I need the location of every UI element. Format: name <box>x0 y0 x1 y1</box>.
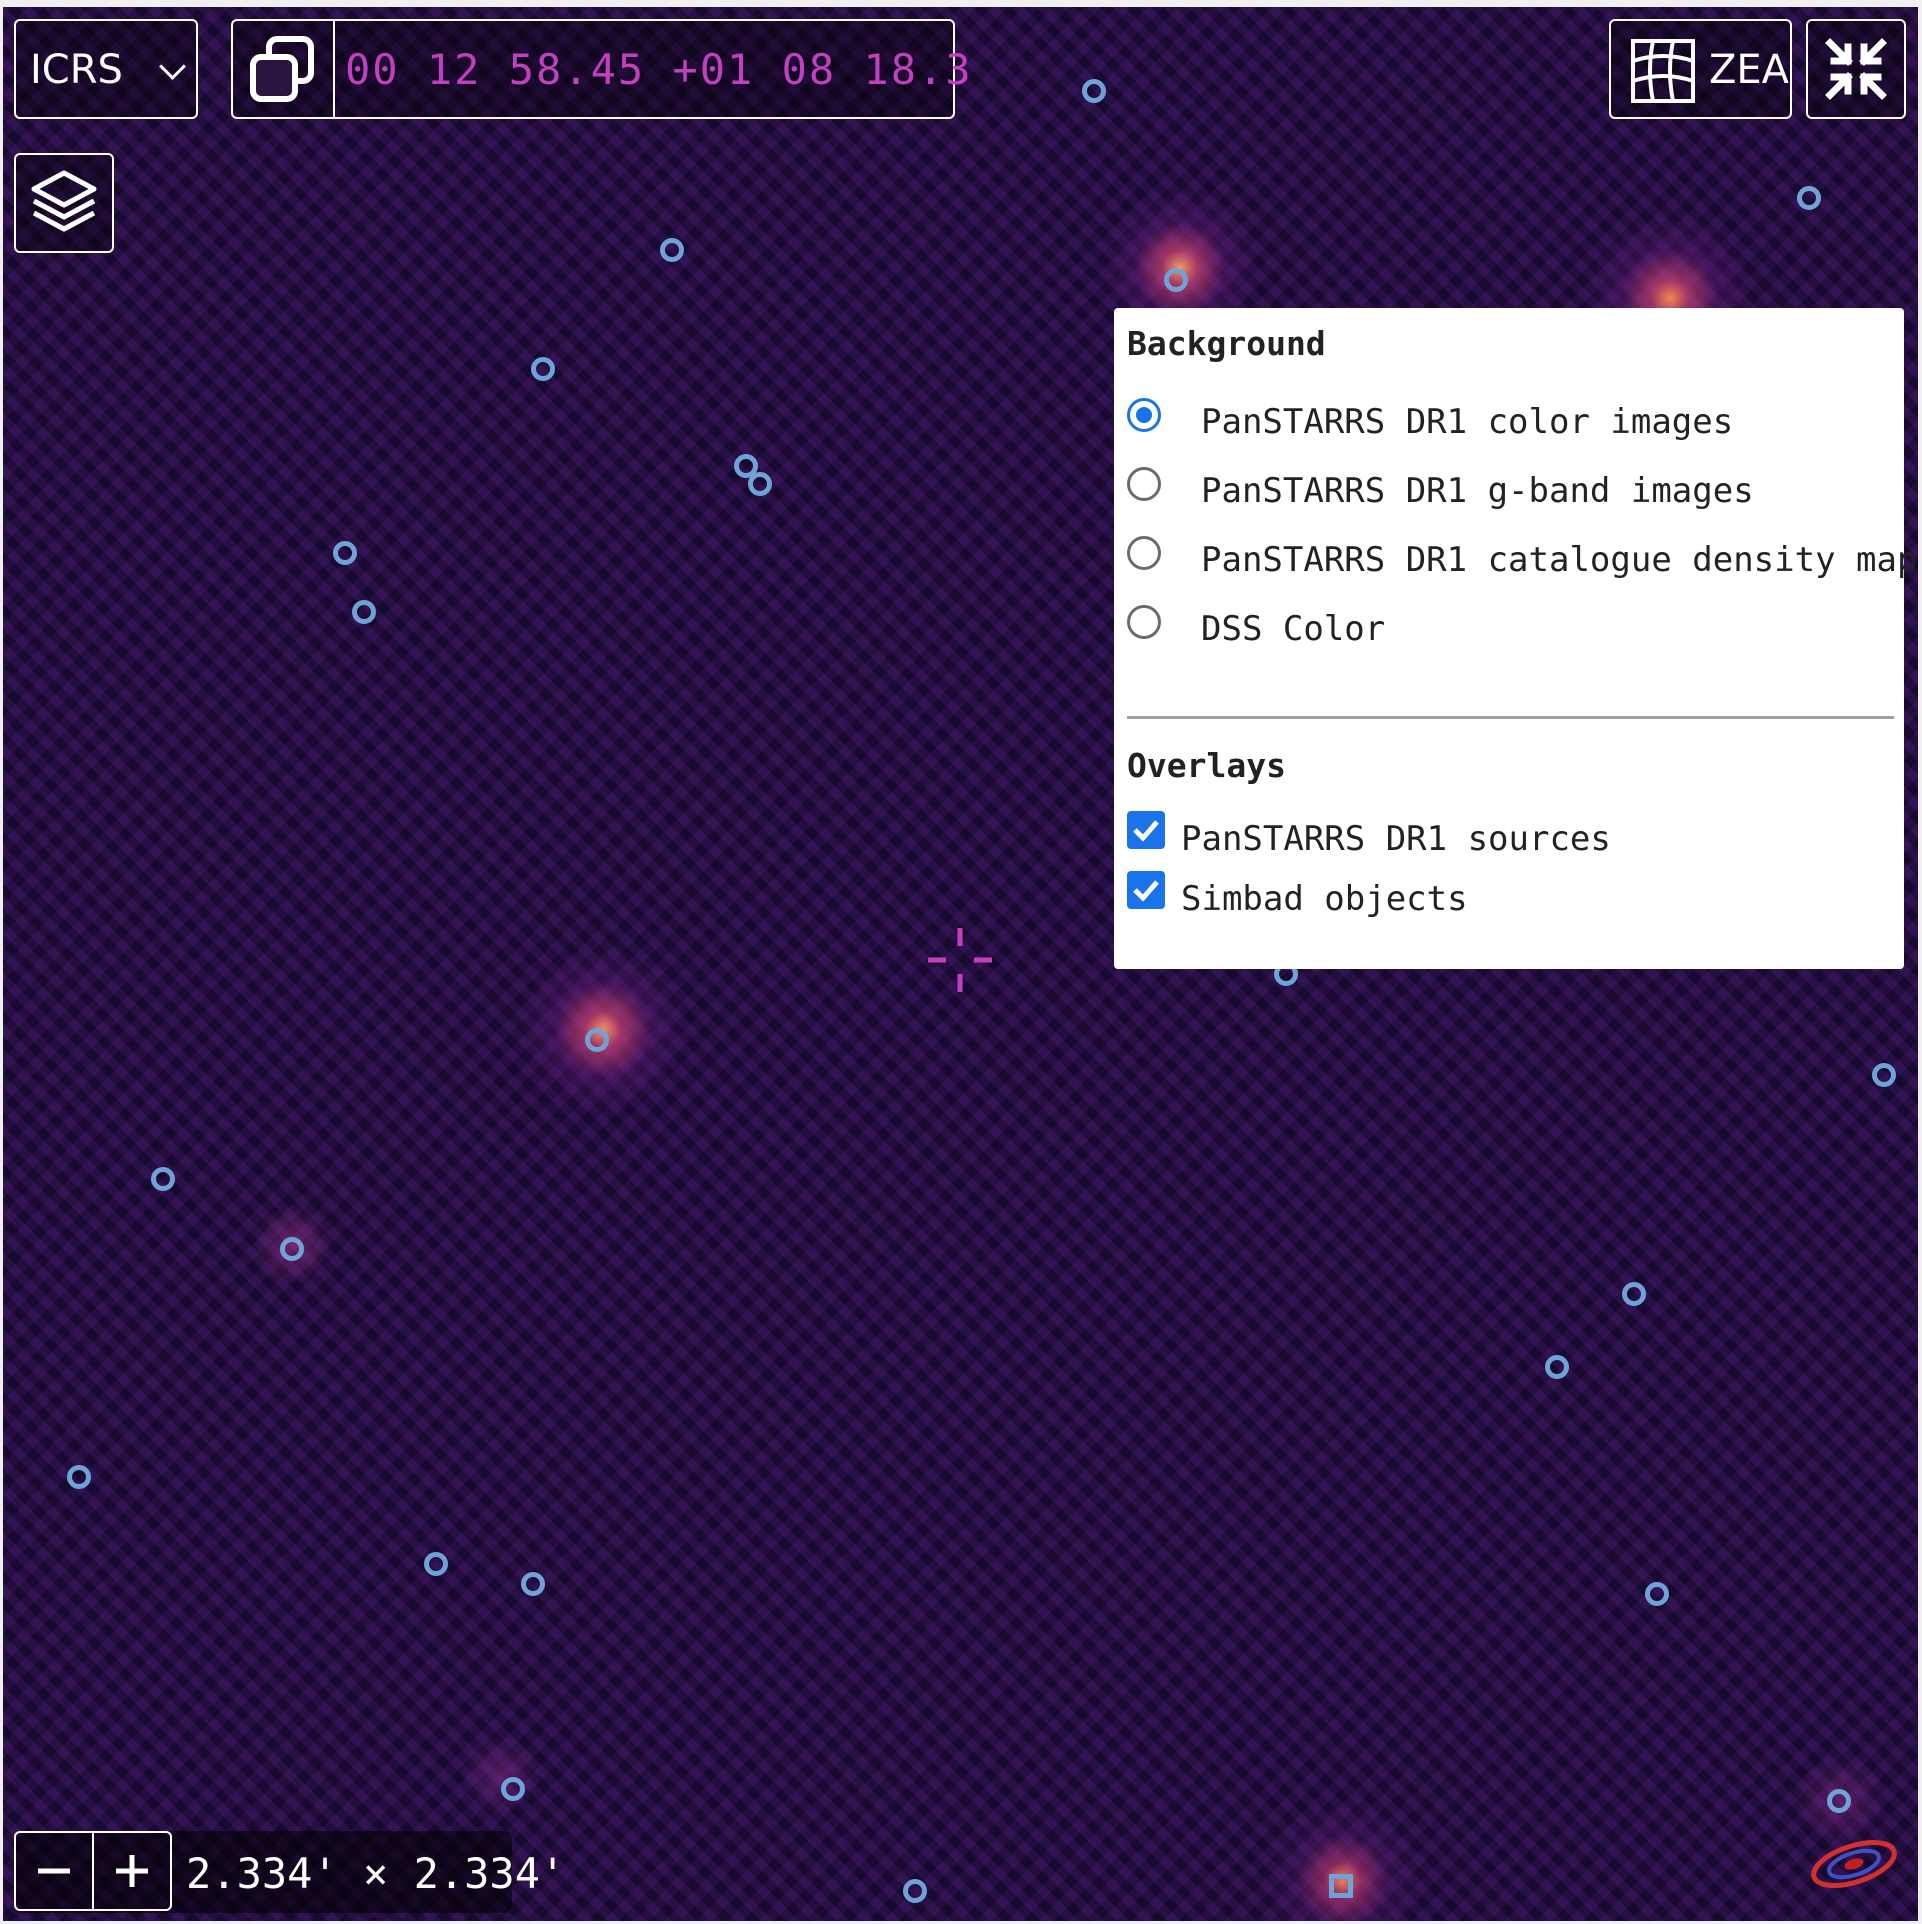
source-marker[interactable] <box>585 1028 609 1052</box>
source-marker[interactable] <box>521 1572 545 1596</box>
overlays-heading: Overlays <box>1127 746 1286 785</box>
left-border <box>0 0 3 1924</box>
checkbox-checked[interactable] <box>1127 871 1165 909</box>
source-marker[interactable] <box>424 1552 448 1576</box>
zoom-out-button[interactable] <box>14 1831 94 1911</box>
simbad-object-marker[interactable] <box>1329 1874 1353 1898</box>
radio[interactable] <box>1127 536 1161 570</box>
fullscreen-exit-button[interactable] <box>1806 19 1906 119</box>
source-marker[interactable] <box>660 238 684 262</box>
source-marker[interactable] <box>352 600 376 624</box>
source-marker[interactable] <box>1827 1789 1851 1813</box>
radio[interactable] <box>1127 467 1161 501</box>
top-border <box>0 0 1922 7</box>
source-marker[interactable] <box>748 472 772 496</box>
overlay-option-label: PanSTARRS DR1 sources <box>1181 819 1611 859</box>
source-marker[interactable] <box>531 357 555 381</box>
background-option-label: PanSTARRS DR1 color images <box>1201 402 1734 442</box>
source-marker[interactable] <box>67 1465 91 1489</box>
grid-projection-icon <box>1631 39 1695 103</box>
radio-selected[interactable] <box>1127 398 1161 432</box>
source-marker[interactable] <box>1082 79 1106 103</box>
layers-icon <box>31 170 97 232</box>
check-icon <box>1133 820 1159 842</box>
layers-panel: Background PanSTARRS DR1 color images Pa… <box>1114 308 1917 969</box>
source-marker[interactable] <box>1645 1582 1669 1606</box>
panel-divider <box>1127 716 1894 719</box>
background-option-label: DSS Color <box>1201 609 1386 649</box>
layers-button[interactable] <box>14 153 114 253</box>
projection-label: ZEA <box>1709 47 1790 93</box>
plus-icon <box>116 1855 148 1887</box>
zoom-controls: 2.334' × 2.334' <box>14 1831 565 1913</box>
crosshair-icon <box>928 928 992 992</box>
radio[interactable] <box>1127 605 1161 639</box>
field-of-view-text: 2.334' × 2.334' <box>186 1849 566 1898</box>
copy-coordinates-button[interactable] <box>233 21 335 117</box>
frame-select[interactable]: ICRS <box>14 19 198 119</box>
minus-icon <box>38 1868 70 1874</box>
coordinates-text[interactable]: 00 12 58.45 +01 08 18.3 <box>345 45 973 94</box>
source-marker[interactable] <box>1622 1282 1646 1306</box>
source-marker[interactable] <box>903 1879 927 1903</box>
background-heading: Background <box>1127 324 1326 363</box>
source-marker[interactable] <box>280 1237 304 1261</box>
source-marker[interactable] <box>1164 268 1188 292</box>
background-option-label: PanSTARRS DR1 g-band images <box>1201 471 1754 511</box>
source-marker[interactable] <box>333 541 357 565</box>
source-marker[interactable] <box>1545 1355 1569 1379</box>
coordinates-box[interactable]: 00 12 58.45 +01 08 18.3 <box>231 19 971 119</box>
frame-value: ICRS <box>30 47 123 93</box>
source-marker[interactable] <box>1872 1063 1896 1087</box>
source-marker[interactable] <box>151 1167 175 1191</box>
aladin-logo-icon <box>1811 1840 1897 1888</box>
source-marker[interactable] <box>501 1777 525 1801</box>
source-marker[interactable] <box>1797 186 1821 210</box>
right-border <box>1918 0 1922 1924</box>
projection-button[interactable]: ZEA <box>1609 19 1792 119</box>
checkbox-checked[interactable] <box>1127 811 1165 849</box>
background-option-label: PanSTARRS DR1 catalogue density map <box>1201 540 1918 580</box>
zoom-in-button[interactable] <box>92 1831 172 1911</box>
fullscreen-exit-icon <box>1825 38 1887 100</box>
chevron-down-icon <box>159 53 186 80</box>
overlay-option-label: Simbad objects <box>1181 879 1468 919</box>
sky-view[interactable]: ICRS 00 12 58.45 +01 08 18.3 ZEA 2.334' … <box>0 0 1922 1924</box>
check-icon <box>1133 880 1159 902</box>
copy-icon <box>250 36 314 102</box>
